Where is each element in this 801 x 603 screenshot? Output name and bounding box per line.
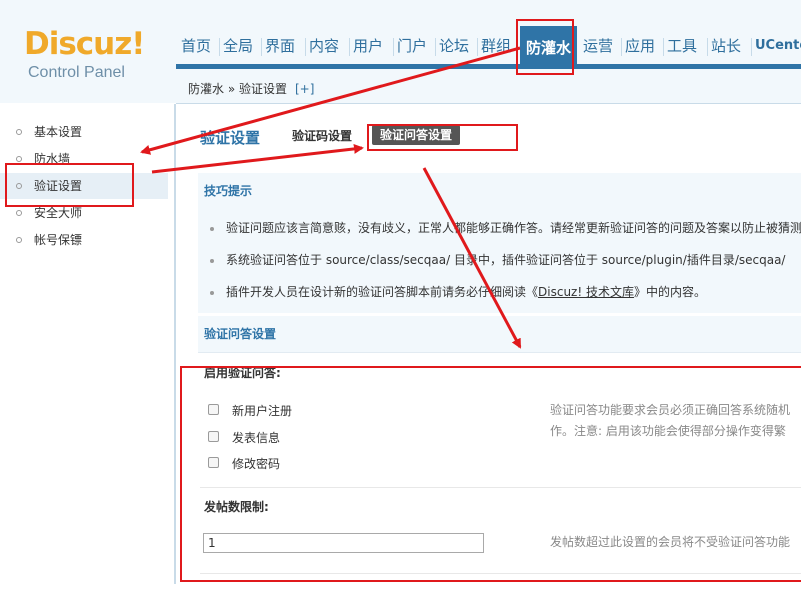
bullet-icon — [210, 258, 214, 263]
nav-item[interactable]: 全局 — [222, 33, 254, 59]
nav-item[interactable]: 内容 — [308, 33, 340, 59]
nav-separator — [305, 38, 306, 56]
breadcrumb: 防灌水 » 验证设置 [+] — [176, 69, 801, 104]
nav-item[interactable]: 用户 — [352, 33, 384, 59]
nav-separator — [393, 38, 394, 56]
annotation-box-sidebar — [5, 163, 134, 207]
tip-text: 》中的内容。 — [633, 285, 706, 299]
nav-item[interactable]: 论坛 — [438, 33, 470, 59]
nav-separator — [219, 38, 220, 56]
logo-word: Discuz! — [24, 26, 145, 62]
nav-item[interactable]: 门户 — [396, 33, 428, 59]
breadcrumb-text: 防灌水 » 验证设置 — [188, 82, 287, 96]
nav-separator — [435, 38, 436, 56]
tip-line: 插件开发人员在设计新的验证问答脚本前请务必仔细阅读《Discuz! 技术文库》中… — [210, 283, 706, 300]
arrow-sidebar-to-tab — [151, 143, 364, 174]
tip-text: 验证问题应该言简意赅，没有歧义，正常人都能够正确作答。请经常更新验证问答的问题及… — [226, 221, 801, 235]
nav-separator — [477, 38, 478, 56]
bullet-icon — [210, 290, 214, 295]
top-nav: 首页全局界面内容用户门户论坛群组防灌水运营应用工具站长UCenter — [176, 26, 801, 66]
tips-title: 技巧提示 — [204, 184, 253, 198]
tip-text: 系统验证问答位于 source/class/secqaa/ 目录中，插件验证问答… — [226, 253, 786, 267]
sidebar-divider — [174, 104, 176, 584]
nav-separator — [707, 38, 708, 56]
nav-separator — [349, 38, 350, 56]
discuz-logo[interactable]: Discuz! Control Panel — [24, 26, 164, 88]
circle-icon — [16, 156, 22, 162]
section-title: 验证问答设置 — [204, 327, 277, 341]
sidebar-item-label: 帐号保镖 — [34, 233, 83, 247]
nav-item[interactable]: 群组 — [480, 33, 512, 59]
tip-line: 系统验证问答位于 source/class/secqaa/ 目录中，插件验证问答… — [210, 251, 785, 268]
nav-item[interactable]: 运营 — [582, 33, 614, 59]
annotation-box-section — [180, 366, 801, 582]
nav-item[interactable]: 首页 — [180, 33, 212, 59]
tip-text: 插件开发人员在设计新的验证问答脚本前请务必仔细阅读《 — [226, 285, 539, 299]
breadcrumb-expand[interactable]: [+] — [295, 82, 314, 96]
tab-captcha-settings[interactable]: 验证码设置 — [292, 127, 352, 144]
nav-separator — [621, 38, 622, 56]
circle-icon — [16, 210, 22, 216]
nav-item[interactable]: 应用 — [624, 33, 656, 59]
nav-item[interactable]: 工具 — [666, 33, 698, 59]
bullet-icon — [210, 226, 214, 231]
nav-item[interactable]: 界面 — [264, 33, 296, 59]
sidebar-item[interactable]: 帐号保镖 — [0, 227, 168, 253]
nav-separator — [751, 38, 752, 56]
section-header — [198, 316, 801, 353]
sidebar-item[interactable]: 基本设置 — [0, 119, 168, 145]
nav-item[interactable]: 站长 — [710, 33, 742, 59]
logo-subtitle: Control Panel — [28, 64, 125, 81]
nav-separator — [261, 38, 262, 56]
nav-separator — [663, 38, 664, 56]
annotation-box-nav — [516, 19, 574, 75]
tech-docs-link[interactable]: Discuz! 技术文库 — [538, 285, 634, 299]
nav-item[interactable]: UCenter — [754, 33, 801, 59]
circle-icon — [16, 237, 22, 243]
page-title: 验证设置 — [200, 129, 261, 147]
annotation-box-tab — [367, 124, 518, 151]
tip-line: 验证问题应该言简意赅，没有歧义，正常人都能够正确作答。请经常更新验证问答的问题及… — [210, 219, 801, 236]
circle-icon — [16, 129, 22, 135]
sidebar-item-label: 基本设置 — [34, 125, 83, 139]
